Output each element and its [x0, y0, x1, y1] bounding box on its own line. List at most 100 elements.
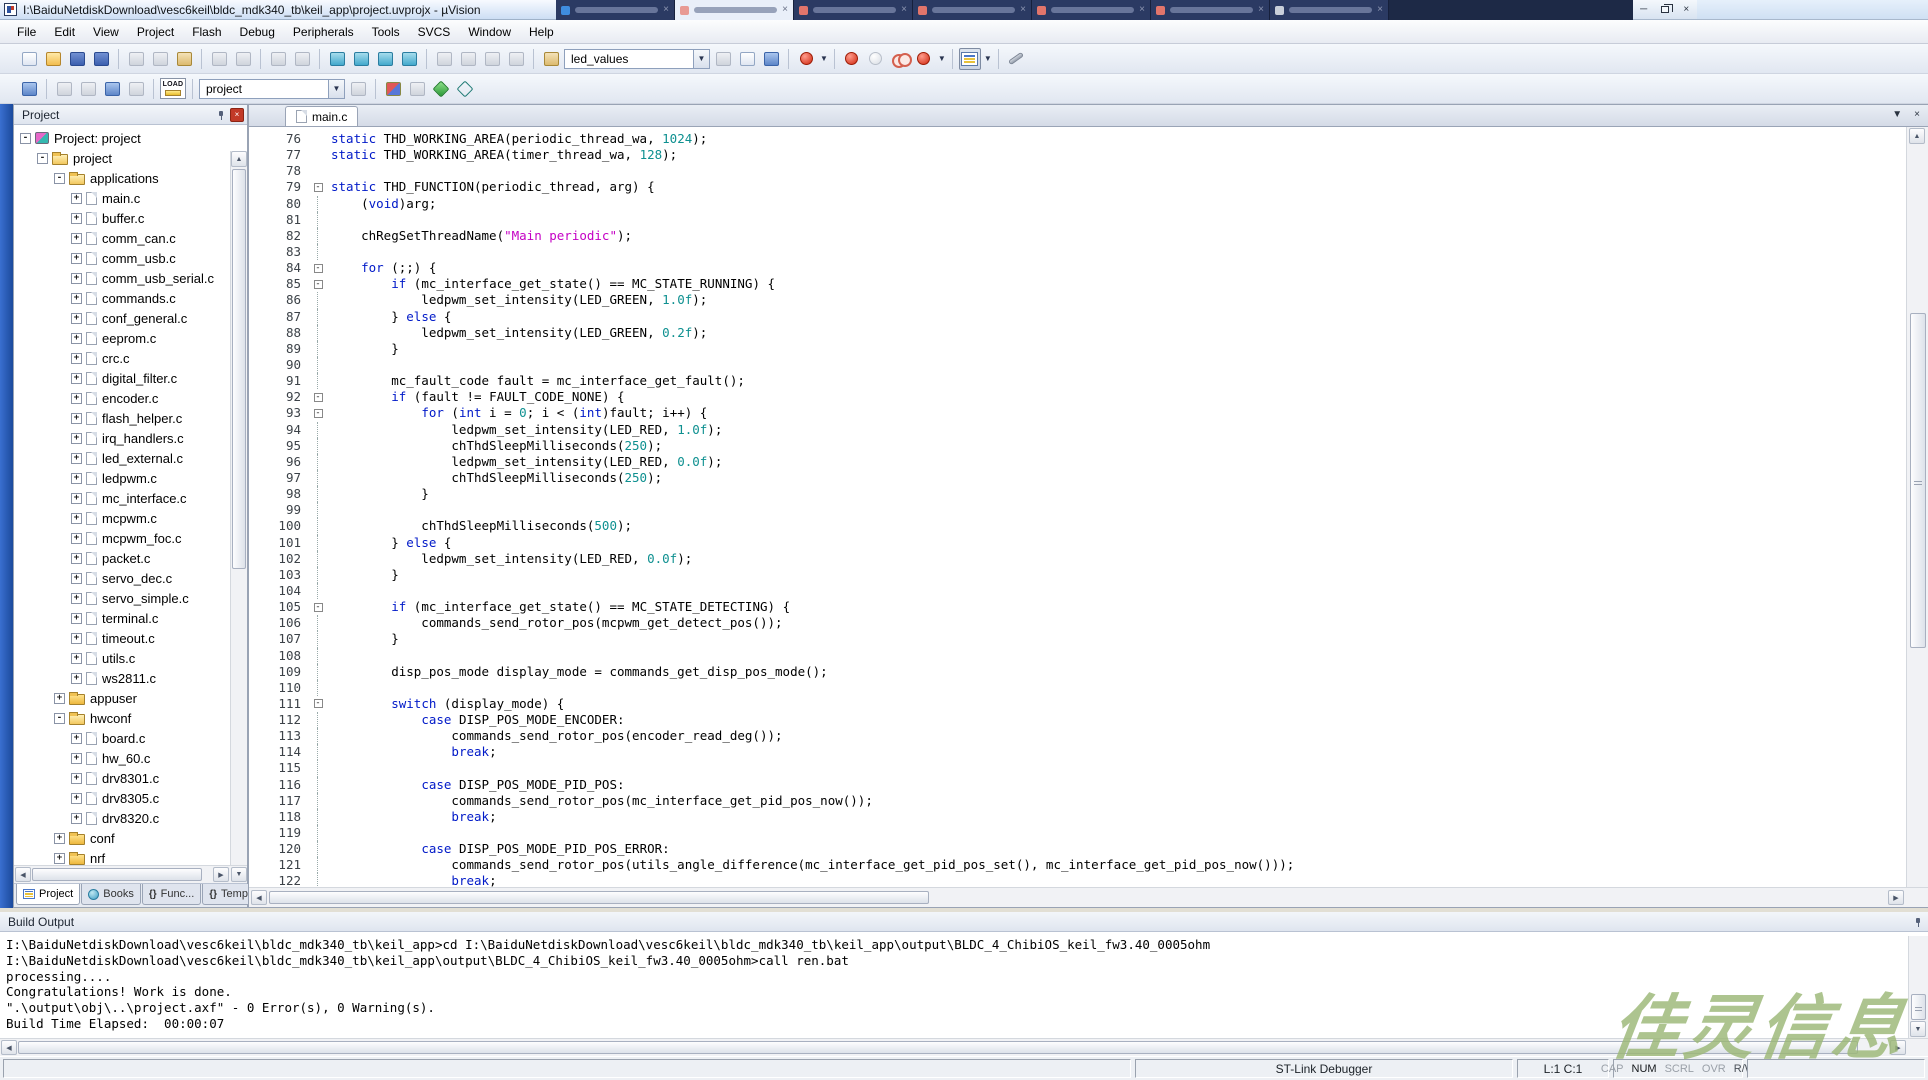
- find-combobox[interactable]: led_values ▼: [564, 49, 710, 69]
- kill-all-breakpoints-button[interactable]: [913, 48, 935, 70]
- tab-close-icon[interactable]: ×: [663, 5, 669, 15]
- editor-tab-main-c[interactable]: main.c: [285, 106, 358, 126]
- copy-button[interactable]: [149, 48, 171, 70]
- tab-functions[interactable]: {}Func...: [142, 884, 201, 905]
- uncomment-button[interactable]: [505, 48, 527, 70]
- tree-item-servo-simple-c[interactable]: +servo_simple.c: [14, 588, 247, 608]
- undo-button[interactable]: [208, 48, 230, 70]
- chevron-down-icon[interactable]: ▼: [938, 54, 946, 63]
- tab-list-dropdown-icon[interactable]: ▼: [1892, 109, 1902, 120]
- tree-expander-icon[interactable]: +: [71, 293, 82, 304]
- tree-expander-icon[interactable]: +: [71, 753, 82, 764]
- tree-expander-icon[interactable]: +: [71, 473, 82, 484]
- tree-expander-icon[interactable]: +: [71, 233, 82, 244]
- tree-item-flash-helper-c[interactable]: +flash_helper.c: [14, 408, 247, 428]
- tree-expander-icon[interactable]: +: [71, 793, 82, 804]
- editor-horizontal-scrollbar[interactable]: ◀ ▶: [249, 887, 1928, 907]
- scrollbar-thumb[interactable]: [32, 868, 202, 881]
- tree-item-project[interactable]: -project: [14, 148, 247, 168]
- tree-item-applications[interactable]: -applications: [14, 168, 247, 188]
- tree-expander-icon[interactable]: +: [71, 333, 82, 344]
- scrollbar-thumb[interactable]: [18, 1041, 1858, 1054]
- scroll-down-icon[interactable]: ▼: [231, 867, 247, 882]
- tree-item-hw-60-c[interactable]: +hw_60.c: [14, 748, 247, 768]
- menu-tools[interactable]: Tools: [363, 22, 409, 42]
- window-titlebar[interactable]: I:\BaiduNetdiskDownload\vesc6keil\bldc_m…: [0, 0, 556, 20]
- chevron-down-icon[interactable]: ▼: [820, 54, 828, 63]
- clear-bookmarks-button[interactable]: [398, 48, 420, 70]
- fold-margin[interactable]: -: [311, 260, 325, 276]
- tree-expander-icon[interactable]: -: [54, 173, 65, 184]
- tree-item-packet-c[interactable]: +packet.c: [14, 548, 247, 568]
- tab-close-icon[interactable]: ×: [1258, 5, 1264, 15]
- tree-item-project-project[interactable]: -Project: project: [14, 128, 247, 148]
- browser-tab-6[interactable]: ×: [1151, 0, 1270, 20]
- scroll-up-icon[interactable]: ▲: [231, 151, 247, 167]
- rebuild-button[interactable]: [101, 78, 123, 100]
- tree-expander-icon[interactable]: +: [71, 453, 82, 464]
- scroll-right-icon[interactable]: ▶: [1888, 890, 1904, 905]
- browser-tab-2-active[interactable]: ×: [675, 0, 794, 20]
- tree-item-timeout-c[interactable]: +timeout.c: [14, 628, 247, 648]
- configure-button[interactable]: [1005, 48, 1027, 70]
- download-flash-button[interactable]: LOAD: [160, 78, 186, 99]
- new-file-button[interactable]: [18, 48, 40, 70]
- batch-build-button[interactable]: [125, 78, 147, 100]
- code-editor[interactable]: 76static THD_WORKING_AREA(periodic_threa…: [249, 127, 1906, 887]
- tree-expander-icon[interactable]: +: [54, 853, 65, 864]
- menu-edit[interactable]: Edit: [45, 22, 84, 42]
- scroll-down-icon[interactable]: ▼: [1910, 1021, 1926, 1037]
- fold-margin[interactable]: -: [311, 276, 325, 292]
- tree-expander-icon[interactable]: +: [71, 193, 82, 204]
- tree-horizontal-scrollbar[interactable]: ◀ ▶ ▼: [14, 865, 247, 883]
- tree-item-hwconf[interactable]: -hwconf: [14, 708, 247, 728]
- scroll-left-icon[interactable]: ◀: [1, 1040, 17, 1055]
- tree-item-conf-general-c[interactable]: +conf_general.c: [14, 308, 247, 328]
- browser-tab-4[interactable]: ×: [913, 0, 1032, 20]
- tree-expander-icon[interactable]: +: [71, 733, 82, 744]
- tree-expander-icon[interactable]: +: [71, 513, 82, 524]
- fold-margin[interactable]: -: [311, 696, 325, 712]
- menu-file[interactable]: File: [8, 22, 45, 42]
- scroll-right-icon[interactable]: ▶: [213, 867, 229, 882]
- tree-expander-icon[interactable]: +: [71, 573, 82, 584]
- tree-item-led-external-c[interactable]: +led_external.c: [14, 448, 247, 468]
- tree-expander-icon[interactable]: +: [71, 633, 82, 644]
- tree-expander-icon[interactable]: +: [71, 433, 82, 444]
- fold-margin[interactable]: -: [311, 405, 325, 421]
- tree-expander-icon[interactable]: +: [71, 553, 82, 564]
- find-in-files-button[interactable]: [540, 48, 562, 70]
- tree-item-utils-c[interactable]: +utils.c: [14, 648, 247, 668]
- tab-close-icon[interactable]: ×: [1139, 5, 1145, 15]
- tree-item-mcpwm-foc-c[interactable]: +mcpwm_foc.c: [14, 528, 247, 548]
- open-file-button[interactable]: [42, 48, 64, 70]
- tab-close-icon[interactable]: ×: [782, 5, 788, 15]
- tree-expander-icon[interactable]: +: [71, 273, 82, 284]
- disable-breakpoint-button[interactable]: [865, 48, 887, 70]
- menu-debug[interactable]: Debug: [231, 22, 284, 42]
- menu-help[interactable]: Help: [520, 22, 563, 42]
- tree-item-nrf[interactable]: +nrf: [14, 848, 247, 865]
- tree-item-comm-can-c[interactable]: +comm_can.c: [14, 228, 247, 248]
- tree-expander-icon[interactable]: +: [71, 253, 82, 264]
- close-document-icon[interactable]: ×: [1914, 109, 1920, 120]
- browser-tab-5[interactable]: ×: [1032, 0, 1151, 20]
- paste-button[interactable]: [173, 48, 195, 70]
- indent-button[interactable]: [457, 48, 479, 70]
- tree-expander-icon[interactable]: +: [71, 353, 82, 364]
- build-output-log[interactable]: I:\BaiduNetdiskDownload\vesc6keil\bldc_m…: [0, 932, 1928, 1038]
- tree-expander-icon[interactable]: +: [54, 693, 65, 704]
- tree-item-mcpwm-c[interactable]: +mcpwm.c: [14, 508, 247, 528]
- scroll-right-icon[interactable]: ▶: [1890, 1040, 1906, 1055]
- tree-expander-icon[interactable]: -: [37, 153, 48, 164]
- translate-button[interactable]: [53, 78, 75, 100]
- next-bookmark-button[interactable]: [374, 48, 396, 70]
- tree-item-digital-filter-c[interactable]: +digital_filter.c: [14, 368, 247, 388]
- restore-button[interactable]: [1654, 0, 1675, 19]
- tree-item-comm-usb-serial-c[interactable]: +comm_usb_serial.c: [14, 268, 247, 288]
- comment-button[interactable]: [481, 48, 503, 70]
- tree-expander-icon[interactable]: +: [71, 653, 82, 664]
- fold-margin[interactable]: -: [311, 389, 325, 405]
- navigate-back-button[interactable]: [267, 48, 289, 70]
- find-combobox-value[interactable]: led_values: [565, 52, 693, 66]
